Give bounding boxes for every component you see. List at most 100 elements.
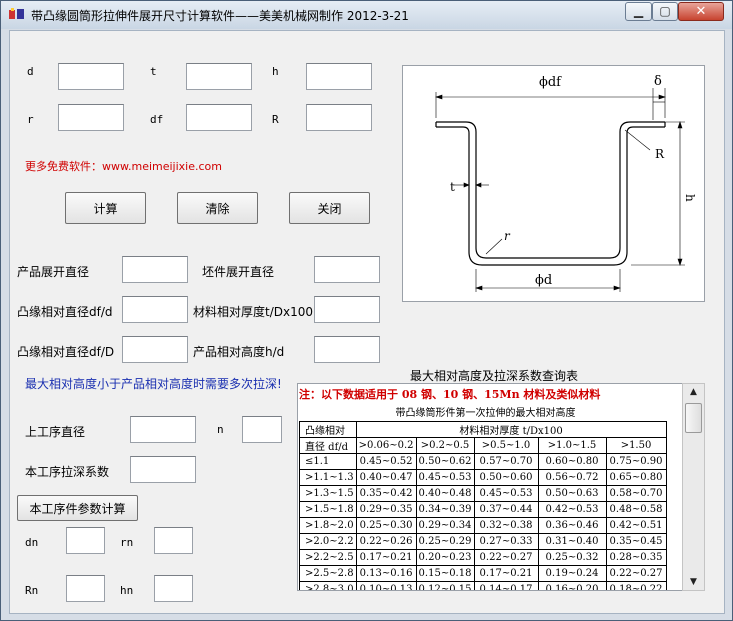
- table-cell: 0.16~0.20: [537, 581, 607, 590]
- input-draw-coef[interactable]: [130, 456, 196, 483]
- output-flange-rel-dia-D[interactable]: [122, 336, 188, 363]
- table-row: >1.3~1.5 0.35~0.42 0.40~0.48 0.45~0.53 0.50~…: [299, 485, 667, 502]
- table-cell: 0.32~0.38: [473, 517, 539, 534]
- table-cell: 0.20~0.23: [415, 549, 475, 566]
- table-cell: 0.31~0.40: [537, 533, 607, 550]
- table-cell: 0.29~0.34: [415, 517, 475, 534]
- input-r[interactable]: [58, 104, 124, 131]
- table-cell: 0.13~0.16: [355, 565, 417, 582]
- table-cell: 0.45~0.52: [355, 453, 417, 470]
- label-dn: dn: [25, 536, 39, 549]
- client-area: d t h r df R 更多免费软件：www.meimeijixie.com …: [9, 30, 725, 614]
- input-R[interactable]: [306, 104, 372, 131]
- warning-text: 最大相对高度小于产品相对高度时需要多次拉深!: [25, 377, 282, 391]
- table-subtitle: 带凸缘筒形件第一次拉伸的最大相对高度: [395, 408, 576, 419]
- table-row: >1.5~1.8 0.29~0.35 0.34~0.39 0.37~0.44 0.42~…: [299, 501, 667, 518]
- calc-button[interactable]: 计算: [65, 192, 146, 224]
- output-material-rel-thick[interactable]: [314, 296, 380, 323]
- table-row-header: >1.8~2.0: [299, 517, 357, 534]
- label-t: t: [150, 65, 157, 78]
- table-cell: 0.29~0.35: [355, 501, 417, 518]
- output-n[interactable]: [242, 416, 282, 443]
- label-df: df: [150, 113, 164, 126]
- input-df[interactable]: [186, 104, 252, 131]
- table-row-header: >1.1~1.3: [299, 469, 357, 486]
- table-col-header: >0.5~1.0: [473, 437, 539, 454]
- dim-h: h: [683, 194, 697, 202]
- table-cell: 0.28~0.35: [605, 549, 667, 566]
- input-h[interactable]: [306, 63, 372, 90]
- table-cell: 0.45~0.53: [473, 485, 539, 502]
- dim-phi-df: ϕdf: [539, 75, 562, 90]
- table-cell: 0.48~0.58: [605, 501, 667, 518]
- output-hn[interactable]: [154, 575, 193, 602]
- part-diagram: ϕdf δ R t h r ϕd: [402, 65, 705, 302]
- table-row: ≤1.1 0.45~0.52 0.50~0.62 0.57~0.70 0.60~0.80…: [299, 453, 667, 470]
- label-draw-coef: 本工序拉深系数: [25, 465, 110, 479]
- output-product-rel-height[interactable]: [314, 336, 380, 363]
- step-calc-button[interactable]: 本工序件参数计算: [17, 495, 138, 521]
- label-blank-dia: 坯件展开直径: [202, 265, 275, 279]
- label-rn: rn: [120, 536, 134, 549]
- output-dn[interactable]: [66, 527, 105, 554]
- table-scrollbar[interactable]: ▲ ▼: [682, 383, 705, 591]
- clear-button[interactable]: 清除: [177, 192, 258, 224]
- scroll-down-icon[interactable]: ▼: [683, 574, 704, 590]
- output-Rn[interactable]: [66, 575, 105, 602]
- table-cell: 0.25~0.29: [415, 533, 475, 550]
- input-d[interactable]: [58, 63, 124, 90]
- window-title: 带凸缘圆筒形拉伸件展开尺寸计算软件——美美机械网制作 2012-3-21: [31, 9, 409, 23]
- table-row-header: >2.0~2.2: [299, 533, 357, 550]
- table-note: 注：以下数据适用于 08 钢、10 钢、15Mn 材料及类似材料: [299, 388, 601, 401]
- close-button[interactable]: 关闭: [289, 192, 370, 224]
- minimize-icon: ▁: [633, 4, 644, 18]
- app-window: 带凸缘圆筒形拉伸件展开尺寸计算软件——美美机械网制作 2012-3-21 ▁ ▢…: [0, 0, 733, 621]
- table-cell: 0.35~0.45: [605, 533, 667, 550]
- output-product-dia[interactable]: [122, 256, 188, 283]
- output-rn[interactable]: [154, 527, 193, 554]
- max-rel-height-table: 凸缘相对 材料相对厚度 t/Dx100 直径 df/d >0.06~0.2 >0.…: [299, 421, 667, 590]
- label-flange-rel-dia-D: 凸缘相对直径df/D: [17, 345, 115, 359]
- label-product-dia: 产品展开直径: [17, 265, 90, 279]
- table-caption: 最大相对高度及拉深系数查询表: [410, 369, 579, 383]
- table-cell: 0.45~0.53: [415, 469, 475, 486]
- table-head-df-d: 直径 df/d: [299, 437, 357, 454]
- scroll-up-icon[interactable]: ▲: [683, 384, 704, 400]
- table-cell: 0.40~0.48: [415, 485, 475, 502]
- table-row: >2.5~2.8 0.13~0.16 0.15~0.18 0.17~0.21 0.19~…: [299, 565, 667, 582]
- dim-t: t: [450, 180, 455, 194]
- table-row-header: >1.3~1.5: [299, 485, 357, 502]
- table-cell: 0.34~0.39: [415, 501, 475, 518]
- label-d: d: [27, 65, 34, 78]
- close-window-button[interactable]: ✕: [678, 2, 724, 21]
- table-col-header: >0.2~0.5: [415, 437, 475, 454]
- table-cell: 0.56~0.72: [537, 469, 607, 486]
- output-blank-dia[interactable]: [314, 256, 380, 283]
- lookup-table-view[interactable]: 注：以下数据适用于 08 钢、10 钢、15Mn 材料及类似材料 带凸缘筒形件第…: [297, 383, 705, 591]
- table-head-thickness: 材料相对厚度 t/Dx100: [355, 421, 667, 438]
- table-cell: 0.17~0.21: [355, 549, 417, 566]
- minimize-button[interactable]: ▁: [625, 2, 652, 21]
- table-cell: 0.42~0.51: [605, 517, 667, 534]
- table-cell: 0.60~0.80: [537, 453, 607, 470]
- maximize-button[interactable]: ▢: [652, 2, 678, 21]
- label-material-rel-thick: 材料相对厚度t/Dx100: [193, 305, 313, 319]
- table-cell: 0.10~0.13: [355, 581, 417, 590]
- table-cell: 0.22~0.27: [473, 549, 539, 566]
- table-col-header: >1.50: [605, 437, 667, 454]
- label-hn: hn: [120, 584, 134, 597]
- table-cell: 0.18~0.22: [605, 581, 667, 590]
- table-cell: 0.15~0.18: [415, 565, 475, 582]
- maximize-icon: ▢: [659, 4, 671, 18]
- table-col-header: >1.0~1.5: [537, 437, 607, 454]
- scroll-thumb[interactable]: [685, 403, 702, 433]
- table-cell: 0.19~0.24: [537, 565, 607, 582]
- label-flange-rel-dia-d: 凸缘相对直径df/d: [17, 305, 113, 319]
- promo-link[interactable]: 更多免费软件：www.meimeijixie.com: [25, 158, 222, 174]
- table-row: >2.2~2.5 0.17~0.21 0.20~0.23 0.22~0.27 0.25~…: [299, 549, 667, 566]
- input-t[interactable]: [186, 63, 252, 90]
- title-bar[interactable]: 带凸缘圆筒形拉伸件展开尺寸计算软件——美美机械网制作 2012-3-21 ▁ ▢…: [1, 1, 732, 29]
- output-flange-rel-dia-d[interactable]: [122, 296, 188, 323]
- input-prev-dia[interactable]: [130, 416, 196, 443]
- table-row-header: >1.5~1.8: [299, 501, 357, 518]
